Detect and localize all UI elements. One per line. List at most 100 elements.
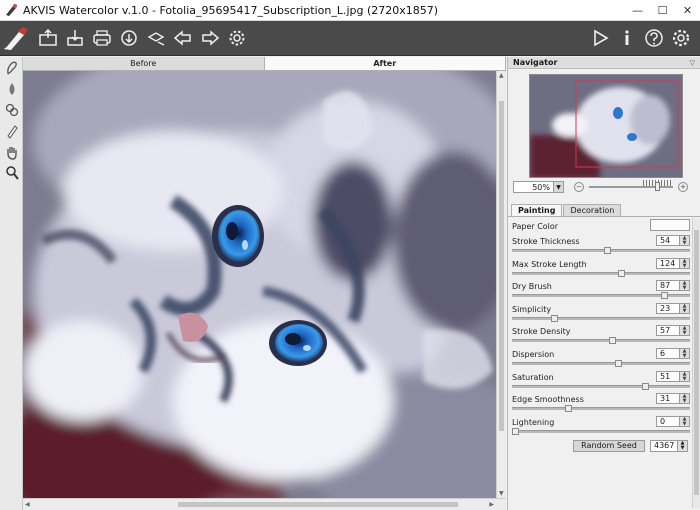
zoom-slider[interactable]: [589, 180, 673, 191]
param-slider[interactable]: [512, 427, 690, 435]
param-slider[interactable]: [512, 247, 690, 254]
param-spinner[interactable]: ▲ ▼: [680, 370, 690, 382]
scroll-left-arrow-icon[interactable]: ◀: [25, 501, 30, 508]
param-slider[interactable]: [512, 405, 690, 413]
random-seed-spinner[interactable]: ▲ ▼: [678, 440, 688, 452]
window-title: AKVIS Watercolor v.1.0 - Fotolia_9569541…: [23, 3, 439, 17]
settings-gear-icon[interactable]: [223, 25, 250, 52]
paper-color-swatch[interactable]: [650, 219, 690, 231]
param-slider[interactable]: [512, 292, 690, 300]
param-spinner[interactable]: ▲ ▼: [680, 280, 690, 292]
param-value-input[interactable]: 23: [656, 302, 680, 314]
param-slider-thumb[interactable]: [609, 337, 616, 345]
info-icon[interactable]: [613, 25, 640, 52]
param-value-input[interactable]: 87: [656, 280, 680, 292]
param-slider[interactable]: [512, 337, 690, 345]
param-slider[interactable]: [512, 382, 690, 390]
tab-before[interactable]: Before: [23, 57, 265, 70]
run-play-icon[interactable]: [586, 25, 613, 52]
param-slider-thumb[interactable]: [512, 427, 519, 435]
param-slider-thumb[interactable]: [615, 360, 622, 367]
param-value-input[interactable]: 0: [656, 415, 680, 427]
tab-painting[interactable]: Painting: [511, 204, 563, 216]
zoom-dropdown-icon[interactable]: ▼: [554, 181, 564, 193]
brush-tool-icon[interactable]: [0, 57, 23, 78]
param-value-input[interactable]: 31: [656, 393, 680, 405]
open-file-icon[interactable]: [34, 25, 61, 52]
param-value-input[interactable]: 54: [656, 235, 680, 246]
param-spinner[interactable]: ▲ ▼: [680, 415, 690, 427]
param-spinner[interactable]: ▲ ▼: [680, 235, 690, 246]
param-slider[interactable]: [512, 360, 690, 367]
smudge-tool-icon[interactable]: [0, 99, 23, 120]
scroll-right-arrow-icon[interactable]: ▶: [489, 501, 494, 508]
param-spinner[interactable]: ▲ ▼: [680, 302, 690, 314]
image-canvas[interactable]: [23, 71, 496, 498]
param-slider-thumb[interactable]: [565, 405, 572, 413]
param-spinner[interactable]: ▲ ▼: [680, 325, 690, 337]
param-spinner[interactable]: ▲ ▼: [680, 393, 690, 405]
param-slider-thumb[interactable]: [551, 314, 558, 322]
param-spinner[interactable]: ▲ ▼: [680, 257, 690, 269]
hand-tool-icon[interactable]: [0, 141, 23, 162]
scroll-down-arrow-icon[interactable]: ▼: [499, 490, 504, 497]
zoom-out-icon[interactable]: −: [574, 182, 584, 192]
navigator-collapse-icon[interactable]: ▽: [690, 59, 695, 67]
preferences-gear-icon[interactable]: [667, 25, 694, 52]
canvas-vertical-scrollbar[interactable]: ▲ ▼: [496, 71, 506, 498]
param-row: Simplicity 23 ▲ ▼: [512, 301, 690, 323]
param-value-input[interactable]: 124: [656, 257, 680, 269]
param-row: Dry Brush 87 ▲ ▼: [512, 278, 690, 300]
panel-vertical-scrollbar[interactable]: [692, 218, 700, 508]
minimize-button[interactable]: —: [625, 0, 650, 21]
batch-icon[interactable]: [142, 25, 169, 52]
zoom-input[interactable]: 50%: [513, 181, 554, 193]
zoom-in-icon[interactable]: +: [678, 182, 688, 192]
navigator-preview[interactable]: [529, 74, 683, 178]
param-slider[interactable]: [512, 269, 690, 277]
zoom-row: 50% ▼ − +: [513, 180, 696, 194]
drop-tool-icon[interactable]: [0, 78, 23, 99]
zoom-tool-icon[interactable]: [0, 162, 23, 183]
left-toolbar: [0, 57, 23, 510]
param-slider[interactable]: [512, 314, 690, 322]
maximize-button[interactable]: ☐: [650, 0, 675, 21]
back-arrow-icon[interactable]: [169, 25, 196, 52]
horizontal-scroll-thumb[interactable]: [178, 502, 458, 507]
param-spinner[interactable]: ▲ ▼: [680, 348, 690, 359]
title-bar: AKVIS Watercolor v.1.0 - Fotolia_9569541…: [0, 0, 700, 21]
param-value-input[interactable]: 57: [656, 325, 680, 337]
scroll-up-arrow-icon[interactable]: ▲: [499, 72, 504, 79]
save-icon[interactable]: [61, 25, 88, 52]
param-label: Dry Brush: [512, 282, 552, 292]
right-panel: Navigator ▽ 50% ▼ − + Painting Decoratio…: [507, 57, 700, 510]
vertical-scroll-thumb[interactable]: [499, 101, 504, 431]
param-value-input[interactable]: 6: [656, 348, 680, 359]
param-value-input[interactable]: 51: [656, 370, 680, 382]
random-seed-button[interactable]: Random Seed: [573, 440, 645, 452]
param-slider-thumb[interactable]: [604, 247, 611, 254]
param-slider-thumb[interactable]: [642, 382, 649, 390]
param-slider-thumb[interactable]: [618, 269, 625, 277]
painting-parameters: Paper Color Stroke Thickness 54 ▲ ▼ Max Stro…: [508, 218, 700, 463]
close-button[interactable]: ✕: [675, 0, 700, 21]
eraser-tool-icon[interactable]: [0, 120, 23, 141]
param-row: Stroke Thickness 54 ▲ ▼: [512, 233, 690, 255]
panel-scroll-thumb[interactable]: [694, 230, 699, 495]
param-row: Stroke Density 57 ▲ ▼: [512, 323, 690, 345]
share-icon[interactable]: [115, 25, 142, 52]
tab-decoration[interactable]: Decoration: [563, 204, 622, 216]
help-icon[interactable]: [640, 25, 667, 52]
print-icon[interactable]: [88, 25, 115, 52]
param-label: Max Stroke Length: [512, 259, 587, 269]
param-label: Stroke Density: [512, 327, 571, 337]
settings-tabs: Painting Decoration: [508, 204, 700, 217]
forward-arrow-icon[interactable]: [196, 25, 223, 52]
brush-logo-icon: [0, 25, 34, 52]
param-row: Max Stroke Length 124 ▲ ▼: [512, 256, 690, 278]
zoom-slider-thumb[interactable]: [655, 182, 660, 191]
tab-after[interactable]: After: [264, 57, 506, 70]
param-slider-thumb[interactable]: [661, 292, 668, 300]
random-seed-input[interactable]: 4367: [650, 440, 678, 452]
canvas-horizontal-scrollbar[interactable]: ◀ ▶: [23, 498, 506, 510]
